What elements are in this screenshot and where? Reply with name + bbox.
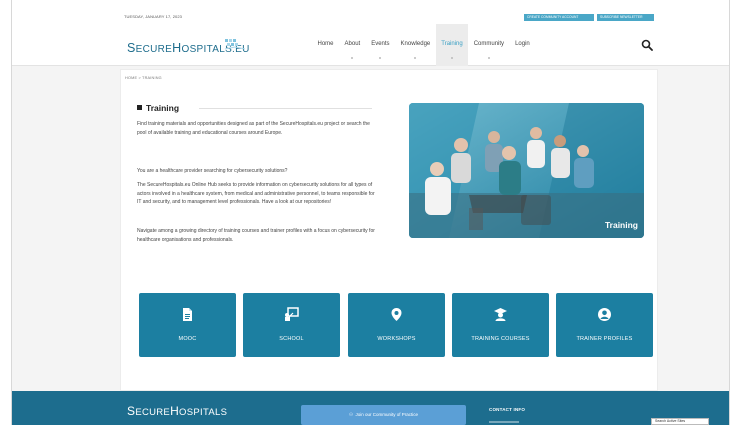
card-label: TRAINING COURSES (471, 336, 530, 342)
window-left-edge (0, 0, 12, 425)
question-paragraph: You are a healthcare provider searching … (137, 168, 288, 174)
card-label: MOOC (178, 336, 197, 342)
nav-home[interactable]: Home (312, 24, 339, 66)
hub-paragraph: The SecureHospitals.eu Online Hub seeks … (137, 182, 375, 206)
page-title-block: Training (137, 103, 372, 113)
graduate-icon (494, 308, 507, 321)
contact-heading: CONTACT INFO (489, 407, 526, 412)
map-pin-icon (391, 308, 402, 321)
main-nav: Home About Events Knowledge Training Com… (312, 24, 535, 66)
nav-about[interactable]: About (339, 24, 366, 66)
directory-paragraph: Navigate among a growing directory of tr… (137, 228, 375, 243)
nav-community[interactable]: Community (468, 24, 509, 66)
nav-events[interactable]: Events (366, 24, 395, 66)
card-training-courses[interactable]: TRAINING COURSES (452, 293, 549, 357)
window-right-edge (729, 0, 741, 425)
hero-image: Training (409, 103, 644, 238)
training-cards: MOOC SCHOOL WORKSHOPS TRAINING COURSES T… (139, 293, 653, 357)
intro-paragraph: Find training materials and opportunitie… (137, 121, 370, 136)
card-label: SCHOOL (279, 336, 304, 342)
breadcrumb[interactable]: HOME > TRAINING (125, 76, 162, 80)
site-footer: SECUREHOSPITALS ⚇ Join our Community of … (12, 391, 729, 425)
card-label: WORKSHOPS (377, 336, 416, 342)
page: TUESDAY, JANUARY 17, 2023 CREATE COMMUNI… (12, 0, 729, 425)
card-school[interactable]: SCHOOL (243, 293, 340, 357)
nav-login[interactable]: Login (510, 24, 536, 66)
nav-training[interactable]: Training (435, 24, 469, 66)
create-account-button[interactable]: CREATE COMMUNITY ACCOUNT (524, 14, 594, 21)
page-title: Training (146, 103, 180, 113)
hero-caption: Training (604, 220, 638, 230)
newsletter-button[interactable]: SUBSCRIBE NEWSLETTER (597, 14, 654, 21)
submenu-dot (450, 57, 453, 59)
training-photo (409, 103, 644, 238)
main-content: HOME > TRAINING Training Find training m… (120, 69, 658, 391)
submenu-dot (379, 57, 382, 59)
card-workshops[interactable]: WORKSHOPS (348, 293, 445, 357)
nav-knowledge[interactable]: Knowledge (395, 24, 436, 66)
submenu-dot (414, 57, 417, 59)
search-tooltip: Search Active Sites (651, 418, 709, 425)
contact-divider (489, 421, 519, 423)
top-bar: TUESDAY, JANUARY 17, 2023 CREATE COMMUNI… (12, 0, 729, 24)
document-icon (183, 308, 192, 321)
site-header: SECUREHOSPITALS.EU Home About Events Kno… (12, 24, 729, 66)
current-date: TUESDAY, JANUARY 17, 2023 (124, 14, 183, 19)
presentation-icon (285, 307, 299, 321)
search-icon[interactable] (641, 39, 653, 51)
logo-mark-icon (224, 39, 246, 50)
title-square-icon (137, 105, 142, 110)
footer-logo[interactable]: SECUREHOSPITALS (127, 404, 227, 418)
submenu-dot (351, 57, 354, 59)
user-circle-icon (598, 308, 611, 321)
submenu-dot (487, 57, 490, 59)
title-divider (199, 108, 372, 109)
card-label: TRAINER PROFILES (576, 336, 633, 342)
card-mooc[interactable]: MOOC (139, 293, 236, 357)
join-community-button[interactable]: ⚇ Join our Community of Practice (301, 405, 466, 425)
card-trainer-profiles[interactable]: TRAINER PROFILES (556, 293, 653, 357)
